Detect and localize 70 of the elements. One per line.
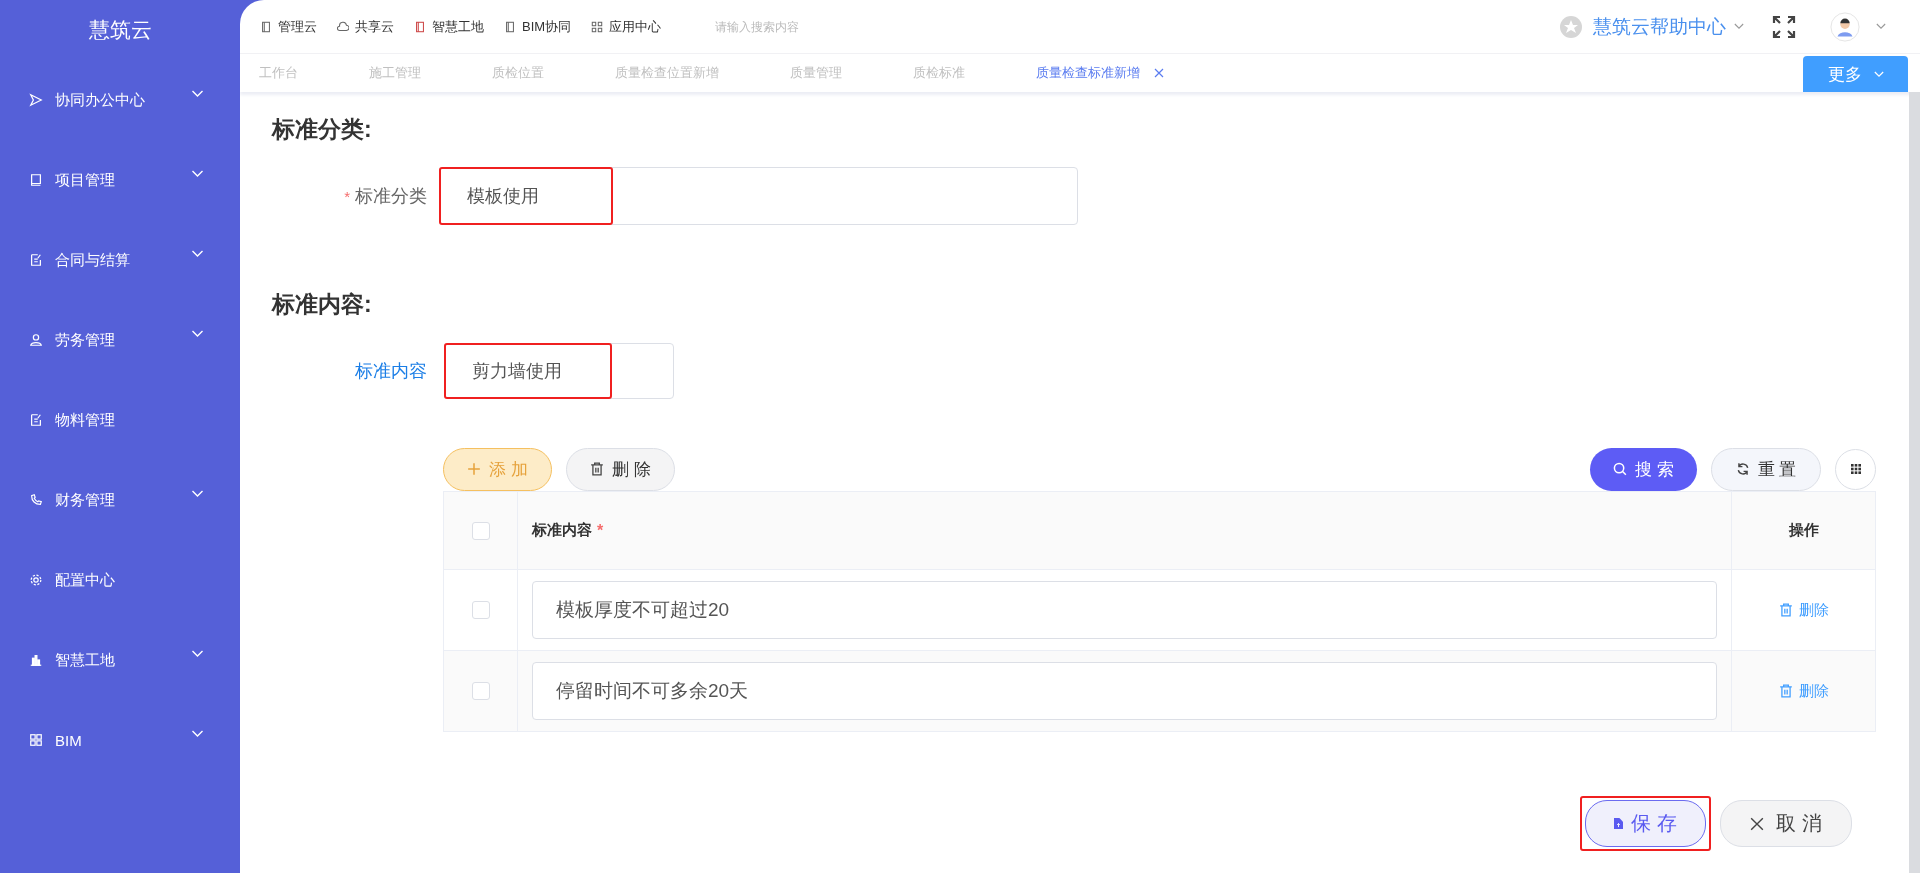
- required-mark: *: [597, 521, 604, 540]
- help-center-link[interactable]: 慧筑云帮助中心: [1593, 13, 1726, 40]
- close-icon: [1750, 816, 1765, 831]
- checkbox[interactable]: [471, 682, 490, 700]
- gear-icon: [29, 573, 43, 587]
- text-field[interactable]: 模板厚度不可超过20: [532, 581, 1717, 639]
- edit-icon: [29, 253, 43, 267]
- chevron-down-icon: [1873, 70, 1884, 78]
- cloud-icon: [337, 20, 349, 33]
- delete-link[interactable]: 删除: [1778, 600, 1829, 620]
- delete-button[interactable]: 删 除: [566, 447, 675, 491]
- sidebar-item[interactable]: 项目管理: [0, 140, 240, 220]
- reset-button[interactable]: 重 置: [1711, 447, 1821, 491]
- grid-icon: [591, 20, 604, 33]
- grid-icon: [1849, 463, 1862, 475]
- required-mark: *: [344, 187, 350, 205]
- chevron-down-icon: [1734, 23, 1744, 30]
- checkbox[interactable]: [471, 601, 490, 619]
- plus-icon: [467, 462, 482, 476]
- book-icon: [29, 173, 43, 187]
- nav-link[interactable]: BIM协同: [504, 17, 572, 36]
- column-header: 标准内容: [532, 521, 592, 540]
- book-icon: [414, 20, 426, 33]
- sidebar-item[interactable]: 协同办公中心: [0, 60, 240, 140]
- sidebar-item[interactable]: 智慧工地: [0, 620, 240, 700]
- sidebar-item[interactable]: 合同与结算: [0, 220, 240, 300]
- book-icon: [260, 20, 272, 33]
- fullscreen-icon[interactable]: [1772, 14, 1796, 39]
- checkbox[interactable]: [471, 521, 490, 540]
- chevron-down-icon: [1876, 23, 1886, 30]
- bar-chart-icon: [29, 653, 43, 667]
- section-heading: 标准内容:: [272, 290, 373, 319]
- sidebar-item[interactable]: 物料管理: [0, 380, 240, 460]
- search-button[interactable]: 搜 索: [1590, 447, 1697, 491]
- search-icon: [1613, 462, 1628, 476]
- nav-link[interactable]: 管理云: [260, 17, 317, 36]
- field-label: 标准分类: [355, 185, 427, 208]
- avatar-icon[interactable]: [1830, 11, 1860, 42]
- trash-icon: [1778, 603, 1793, 617]
- trash-icon: [590, 462, 605, 476]
- delete-link[interactable]: 删除: [1778, 681, 1829, 701]
- text-field[interactable]: 停留时间不可多余20天: [532, 662, 1717, 720]
- nav-link[interactable]: 应用中心: [591, 17, 662, 36]
- sidebar-item[interactable]: 配置中心: [0, 540, 240, 620]
- phone-icon: [29, 493, 43, 507]
- sidebar-item[interactable]: 财务管理: [0, 460, 240, 540]
- field-label: 标准内容: [355, 360, 427, 383]
- file-icon: [1614, 818, 1624, 829]
- app-title: 慧筑云: [87, 17, 153, 43]
- section-heading: 标准分类:: [272, 115, 373, 144]
- save-button[interactable]: 保 存: [1585, 800, 1706, 847]
- more-button[interactable]: 更多: [1803, 56, 1908, 92]
- sidebar-item[interactable]: 劳务管理: [0, 300, 240, 380]
- nav-link[interactable]: 共享云: [337, 17, 394, 36]
- edit-icon: [29, 413, 43, 427]
- nav-link[interactable]: 智慧工地: [414, 17, 484, 36]
- sidebar-item[interactable]: BIM: [0, 700, 240, 780]
- page-tab[interactable]: 质量检查标准新增: [1036, 64, 1164, 82]
- grid-icon: [29, 733, 43, 747]
- scrollbar[interactable]: [1909, 92, 1920, 873]
- close-icon[interactable]: [1154, 68, 1164, 78]
- user-icon: [29, 333, 43, 347]
- badge-icon: [1559, 14, 1583, 39]
- column-header: 操作: [1788, 521, 1819, 540]
- columns-button[interactable]: [1835, 448, 1876, 490]
- refresh-icon: [1735, 462, 1750, 476]
- cancel-button[interactable]: 取 消: [1720, 800, 1852, 847]
- trash-icon: [1778, 684, 1793, 698]
- book-icon: [504, 20, 516, 33]
- send-icon: [29, 93, 43, 107]
